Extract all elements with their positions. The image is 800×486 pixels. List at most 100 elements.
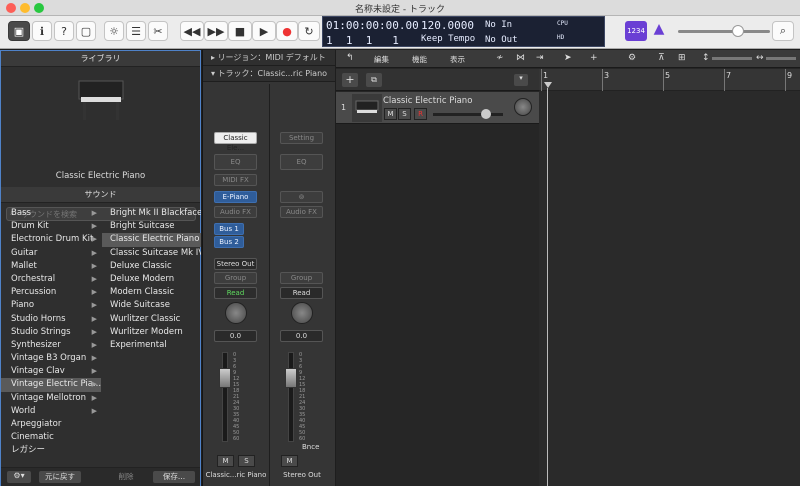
preset-item[interactable]: Wurlitzer Modern [102,326,201,339]
strip1-solo-button[interactable]: S [238,455,255,467]
delete-button[interactable]: 削除 [105,471,147,483]
track-volume-handle[interactable] [481,109,491,119]
strip2-fader-cap[interactable] [285,368,297,388]
category-item[interactable]: Cinematic [1,431,101,444]
strip1-mute-button[interactable]: M [217,455,234,467]
vertical-zoom-slider[interactable] [712,57,752,60]
region-row[interactable]: ▸ リージョン：MIDI デフォルト [203,50,335,66]
strip1-eq[interactable]: EQ [214,154,257,170]
category-item[interactable]: Electronic Drum Kit ▶ [1,233,101,246]
category-item[interactable]: Piano ▶ [1,299,101,312]
preset-item[interactable]: Wide Suitcase [102,299,201,312]
strip2-eq[interactable]: EQ [280,154,323,170]
preset-item[interactable]: Deluxe Modern [102,273,201,286]
playhead-icon[interactable] [544,82,552,88]
track-record-button[interactable]: R [414,108,427,120]
strip1-midi-fx[interactable]: MIDI FX [214,174,257,186]
category-item[interactable]: Vintage Clav ▶ [1,365,101,378]
strip2-fader[interactable] [288,352,294,442]
category-item[interactable]: Vintage B3 Organ ▶ [1,352,101,365]
preset-item[interactable]: Bright Mk II Blackface [102,207,201,220]
track-name[interactable]: Classic Electric Piano [383,96,472,106]
snap-gear-icon[interactable]: ⚙ [628,53,636,63]
smart-controls-button[interactable]: ☼ [104,21,124,41]
category-item[interactable]: Studio Strings ▶ [1,326,101,339]
strip2-link-icon[interactable]: ⊚ [280,191,323,203]
forward-button[interactable]: ▶▶ [204,21,228,41]
rewind-button[interactable]: ◀◀ [180,21,204,41]
category-item[interactable]: Mallet ▶ [1,260,101,273]
strip1-setting[interactable]: Classic Ele... [214,132,257,152]
inspector-button[interactable]: ℹ [32,21,52,41]
horizontal-zoom-slider[interactable] [766,57,796,60]
record-button[interactable]: ● [276,21,298,41]
save-button[interactable]: 保存... [153,471,195,483]
track-header[interactable]: 1 Classic Electric Piano M S R [336,92,539,124]
add-track-button[interactable]: + [342,73,358,87]
category-item[interactable]: Synthesizer ▶ [1,339,101,352]
search-icon[interactable]: ⌕ [772,21,794,41]
preset-item[interactable]: Deluxe Classic [102,260,201,273]
metronome-icon[interactable]: ▲ [649,21,669,41]
fit-vertical-icon[interactable]: ⊼ [658,53,665,63]
preset-item[interactable]: Classic Suitcase Mk IV [102,247,201,260]
strip1-fader[interactable] [222,352,228,442]
editors-button[interactable]: ✂ [148,21,168,41]
strip2-automation[interactable]: Read [280,287,323,299]
strip1-fader-cap[interactable] [219,368,231,388]
strip1-output[interactable]: Stereo Out [214,258,257,270]
automation-icon[interactable]: ≁ [496,53,504,63]
arrange-area[interactable] [539,70,800,486]
strip2-pan-knob[interactable] [291,302,313,324]
strip2-mute-button[interactable]: M [281,455,298,467]
category-item[interactable]: Guitar ▶ [1,247,101,260]
track-volume-slider[interactable] [433,113,503,116]
category-item[interactable]: World ▶ [1,405,101,418]
strip1-instrument[interactable]: E-Piano [214,191,257,203]
flex-icon[interactable]: ⋈ [516,53,525,63]
track-row[interactable]: ▾ トラック：Classic...ric Piano [203,66,335,82]
vertical-zoom-icon[interactable]: ↕ [702,53,710,63]
category-item[interactable]: Vintage Electric Pia... ▶ [1,378,101,392]
strip1-audio-fx[interactable]: Audio FX [214,206,257,218]
strip2-audio-fx[interactable]: Audio FX [280,206,323,218]
quick-help-button[interactable]: ? [54,21,74,41]
edit-menu[interactable]: 編集 [374,54,389,65]
preset-item[interactable]: Modern Classic [102,286,201,299]
track-pan-knob[interactable] [514,98,532,116]
back-icon[interactable]: ↰ [346,53,354,63]
duplicate-track-button[interactable]: ⧉ [366,73,382,87]
global-tracks-button[interactable]: ▾ [514,74,528,86]
functions-menu[interactable]: 機能 [412,54,427,65]
category-item[interactable]: Arpeggiator [1,418,101,431]
gear-icon[interactable]: ⚙▾ [7,471,31,483]
pencil-tool-icon[interactable]: + [590,53,598,63]
preset-item[interactable]: Bright Suitcase [102,220,201,233]
category-item[interactable]: Vintage Mellotron ▶ [1,392,101,405]
category-item[interactable]: レガシー [1,444,101,457]
master-volume-handle[interactable] [732,25,744,37]
strip1-bus1[interactable]: Bus 1 [214,223,244,235]
track-mute-button[interactable]: M [384,108,397,120]
fit-horizontal-icon[interactable]: ⊞ [678,53,686,63]
catch-icon[interactable]: ⇥ [536,53,544,63]
strip1-automation[interactable]: Read [214,287,257,299]
library-toggle-button[interactable]: ▣ [8,21,30,41]
pointer-tool-icon[interactable]: ➤ [564,53,572,63]
mixer-button[interactable]: ☰ [126,21,146,41]
master-volume-slider[interactable] [678,30,770,33]
bar-ruler[interactable]: 1 3 5 7 9 [539,69,800,91]
category-item[interactable]: Drum Kit ▶ [1,220,101,233]
lcd-display[interactable]: 01:00:00:00.00 1 1 1 1 120.0000 Keep Tem… [322,16,605,47]
stop-button[interactable]: ■ [228,21,252,41]
category-item[interactable]: Percussion ▶ [1,286,101,299]
track-solo-button[interactable]: S [398,108,411,120]
revert-button[interactable]: 元に戻す [39,471,81,483]
preset-item[interactable]: Experimental [102,339,201,352]
category-item[interactable]: Bass ▶ [1,207,101,220]
preset-item[interactable]: Classic Electric Piano [102,233,201,247]
strip2-setting[interactable]: Setting [280,132,323,144]
strip2-bounce-label[interactable]: Bnce [302,443,319,451]
strip1-group[interactable]: Group [214,272,257,284]
strip1-bus2[interactable]: Bus 2 [214,236,244,248]
